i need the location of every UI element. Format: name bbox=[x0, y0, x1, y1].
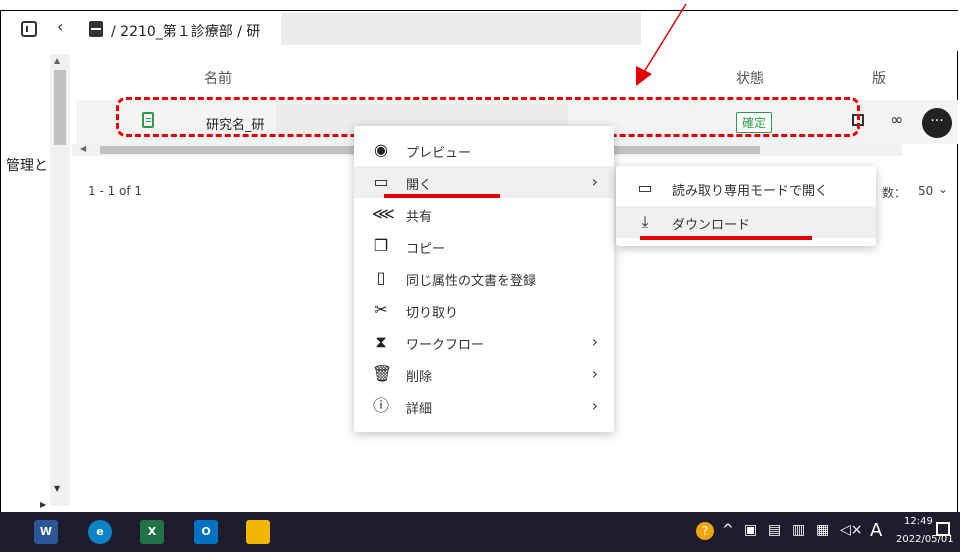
notification-icon[interactable] bbox=[936, 522, 950, 536]
menu-item-preview[interactable]: ◉ プレビュー bbox=[354, 134, 614, 166]
submenu-item-readonly-open[interactable]: ▭ 読み取り専用モードで開く bbox=[616, 172, 876, 204]
menu-item-workflow[interactable]: ⧗ ワークフロー › bbox=[354, 326, 614, 358]
file-explorer-icon[interactable] bbox=[246, 520, 270, 544]
eye-icon: ◉ bbox=[374, 140, 388, 159]
tray-icon[interactable]: ▤ bbox=[768, 522, 781, 538]
network-icon[interactable]: ▥ bbox=[792, 522, 805, 538]
scroll-down-icon[interactable]: ▼ bbox=[54, 484, 60, 493]
cabinet-icon bbox=[89, 21, 103, 37]
laptop-icon: ▭ bbox=[637, 178, 653, 197]
rows-per-page-value[interactable]: 50 bbox=[918, 184, 933, 198]
edge-icon[interactable]: e bbox=[88, 520, 112, 544]
vertical-scroll-thumb[interactable] bbox=[54, 70, 66, 145]
breadcrumb[interactable]: / 2210_第１診療部 / 研 bbox=[111, 21, 260, 41]
column-header-version[interactable]: 版 bbox=[872, 68, 886, 88]
column-header-status[interactable]: 状態 bbox=[736, 68, 764, 88]
scissors-icon: ✂ bbox=[374, 300, 388, 319]
laptop-icon: ▭ bbox=[373, 172, 389, 191]
annotation-underline-download bbox=[640, 236, 812, 240]
submenu-chevron-icon: › bbox=[591, 332, 598, 351]
scroll-up-icon[interactable]: ▲ bbox=[54, 56, 60, 65]
display-icon[interactable]: ▦ bbox=[816, 522, 829, 538]
scroll-left-icon[interactable]: ◀ bbox=[80, 144, 86, 153]
info-icon: ⓘ bbox=[372, 396, 389, 415]
menu-item-register-same[interactable]: ▯ 同じ属性の文書を登録 bbox=[354, 262, 614, 294]
tray-icon[interactable]: ▣ bbox=[744, 522, 757, 538]
cropped-top-annotation bbox=[0, 0, 960, 10]
submenu-chevron-icon: › bbox=[591, 172, 598, 191]
trash-icon: 🗑 bbox=[372, 364, 393, 383]
submenu-chevron-icon: › bbox=[591, 364, 598, 383]
clock-time[interactable]: 12:49 bbox=[904, 516, 933, 527]
file-add-icon: ▯ bbox=[376, 268, 386, 287]
download-icon: ⤓ bbox=[641, 212, 649, 231]
link-icon[interactable]: ∞ bbox=[890, 110, 903, 129]
annotation-arrow bbox=[636, 3, 687, 86]
chevron-down-icon[interactable]: ⌄ bbox=[938, 182, 948, 196]
menu-item-share[interactable]: ⋘ 共有 bbox=[354, 198, 614, 230]
panel-toggle-icon[interactable] bbox=[21, 21, 37, 37]
more-actions-icon[interactable]: ··· bbox=[922, 108, 952, 138]
ime-indicator[interactable]: A bbox=[870, 520, 882, 541]
word-icon[interactable]: W bbox=[34, 520, 58, 544]
menu-item-details[interactable]: ⓘ 詳細 › bbox=[354, 390, 614, 422]
hourglass-icon: ⧗ bbox=[375, 332, 387, 351]
redacted-area bbox=[281, 13, 641, 45]
context-menu: ◉ プレビュー ▭ 開く › ⋘ 共有 ❐ コピー ▯ 同じ属性の文書を登録 ✂… bbox=[354, 126, 614, 432]
copy-icon: ❐ bbox=[373, 236, 389, 255]
submenu-item-download[interactable]: ⤓ ダウンロード bbox=[616, 206, 876, 238]
share-icon: ⋘ bbox=[372, 204, 395, 223]
submenu-chevron-icon: › bbox=[591, 396, 598, 415]
submenu: ▭ 読み取り専用モードで開く ⤓ ダウンロード bbox=[616, 166, 876, 246]
excel-icon[interactable]: X bbox=[140, 520, 164, 544]
taskbar: W e X O ? ^ ▣ ▤ ▥ ▦ ◁× A 12:49 2022/05/0… bbox=[0, 512, 960, 552]
scroll-right-icon[interactable]: ▶ bbox=[40, 500, 46, 509]
menu-item-delete[interactable]: 🗑 削除 › bbox=[354, 358, 614, 390]
column-header-name[interactable]: 名前 bbox=[204, 68, 232, 88]
collapse-chevron-icon[interactable]: ‹ bbox=[57, 17, 63, 36]
menu-item-copy[interactable]: ❐ コピー bbox=[354, 230, 614, 262]
chevron-up-icon[interactable]: ^ bbox=[722, 522, 734, 538]
pagination-range: 1 - 1 of 1 bbox=[88, 184, 143, 198]
top-bar: ‹ / 2210_第１診療部 / 研 bbox=[1, 11, 958, 51]
annotation-underline-open bbox=[384, 194, 500, 198]
help-icon[interactable]: ? bbox=[696, 522, 714, 540]
menu-item-cut[interactable]: ✂ 切り取り bbox=[354, 294, 614, 326]
outlook-icon[interactable]: O bbox=[194, 520, 218, 544]
side-label: 管理と bbox=[6, 158, 48, 174]
rows-per-page-label: 数： bbox=[882, 186, 907, 200]
volume-icon[interactable]: ◁× bbox=[840, 522, 863, 538]
